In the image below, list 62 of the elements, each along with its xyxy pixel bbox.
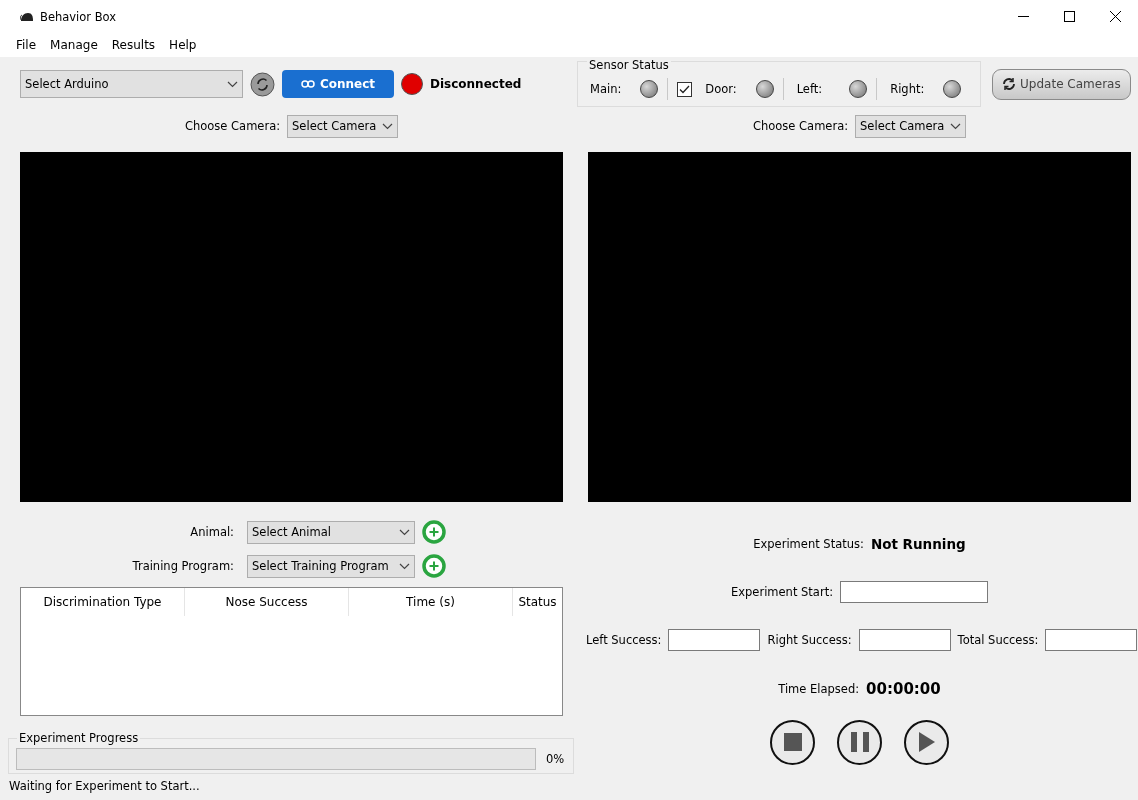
minimize-icon[interactable]: [1017, 16, 1029, 17]
refresh-icon[interactable]: [250, 71, 275, 97]
sensor-label: Right:: [890, 82, 925, 96]
column-header[interactable]: Discrimination Type: [21, 588, 185, 616]
camera-label: Choose Camera:: [184, 119, 281, 133]
window-title: Behavior Box: [40, 9, 117, 24]
progress-title: Experiment Progress: [17, 731, 141, 745]
success-label: Right Success:: [767, 633, 852, 647]
time-elapsed-label: Time Elapsed:: [778, 682, 860, 696]
success-label: Left Success:: [586, 633, 662, 647]
success-field[interactable]: [668, 629, 761, 651]
dropdown[interactable]: Select Arduino: [20, 70, 243, 98]
column-header[interactable]: Status: [513, 588, 562, 616]
chevron-icon: [950, 122, 962, 130]
experiment-status: Not Running: [870, 536, 966, 552]
experiment-start-field[interactable]: [840, 581, 989, 603]
dropdown[interactable]: Select Training Program: [247, 554, 415, 578]
chevron-icon: [382, 122, 394, 130]
sensor-status-title: Sensor Status: [587, 58, 671, 72]
dropdown[interactable]: Select Camera: [287, 114, 399, 138]
stop-button[interactable]: [770, 719, 815, 765]
play-button[interactable]: [904, 719, 949, 765]
success-field[interactable]: [1045, 629, 1138, 651]
success-field[interactable]: [858, 629, 951, 651]
update-cameras-button[interactable]: Update Cameras: [991, 68, 1131, 100]
chevron-icon: [399, 528, 410, 536]
sensor-label: Door:: [705, 82, 737, 96]
connection-status: Disconnected: [430, 77, 522, 91]
experiment-start-label: Experiment Start:: [730, 585, 834, 599]
maximize-icon[interactable]: [1063, 11, 1075, 22]
add-icon[interactable]: [422, 520, 446, 544]
pause-icon: [850, 732, 869, 752]
menu-item[interactable]: Manage: [44, 38, 104, 52]
experiment-status-label: Experiment Status:: [753, 537, 864, 551]
camera-label: Choose Camera:: [752, 119, 849, 133]
stop-icon: [783, 733, 802, 751]
mouse-icon: [20, 11, 34, 22]
menu-item[interactable]: File: [10, 38, 43, 52]
column-header[interactable]: Time (s): [349, 588, 513, 616]
animal-label: Animal:: [189, 525, 235, 539]
time-elapsed: 00:00:00: [866, 680, 941, 698]
sensor-label: Left:: [796, 82, 823, 96]
connect-button[interactable]: Connect: [282, 70, 394, 98]
chevron-icon: [399, 562, 410, 570]
chevron-icon: [227, 80, 238, 88]
success-label: Total Success:: [957, 633, 1039, 647]
training-program-label: Training Program:: [131, 559, 235, 573]
dropdown[interactable]: Select Animal: [247, 520, 415, 544]
progress-percent: 0%: [546, 752, 565, 766]
column-header[interactable]: Nose Success: [185, 588, 349, 616]
menu-item[interactable]: Help: [163, 38, 203, 52]
sensor-label: Main:: [590, 82, 622, 96]
add-icon[interactable]: [422, 554, 446, 578]
close-icon[interactable]: [1109, 11, 1121, 22]
dropdown[interactable]: Select Camera: [855, 114, 967, 138]
link-icon: [300, 80, 315, 88]
status-message: Waiting for Experiment to Start...: [8, 779, 201, 793]
play-icon: [918, 732, 935, 752]
refresh-icon: [1002, 77, 1017, 91]
pause-button[interactable]: [837, 719, 882, 765]
menu-item[interactable]: Results: [105, 38, 162, 52]
checkbox[interactable]: [677, 81, 693, 97]
